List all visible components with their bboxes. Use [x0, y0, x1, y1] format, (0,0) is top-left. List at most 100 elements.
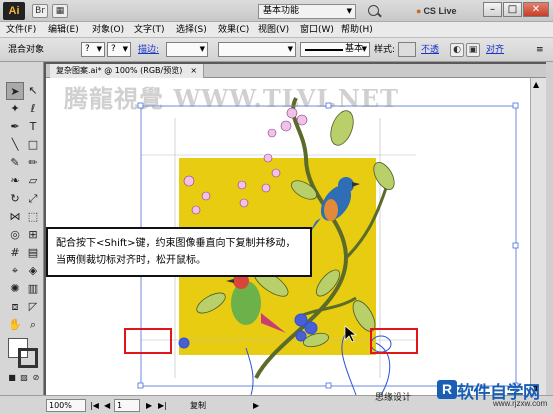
brand-logo: R 软件自学网 www.rjzxw.com — [437, 378, 553, 414]
document-tab[interactable]: 复杂图案.ai* @ 100% (RGB/预览) × — [50, 64, 205, 78]
page-value: 1 — [117, 401, 123, 410]
eraser-tool-icon[interactable]: ▱ — [24, 172, 42, 190]
watermark: 腾龍視覺 WWW.TLVI.NET — [64, 84, 400, 113]
menu-help[interactable]: 帮助(H) — [341, 24, 373, 36]
recolor-artwork-icon[interactable]: ◐ — [450, 43, 464, 57]
menu-edit[interactable]: 编辑(E) — [48, 24, 79, 36]
hand-tool-icon[interactable]: ✋ — [6, 316, 24, 334]
tab-close-icon[interactable]: × — [190, 66, 197, 75]
stroke-color-icon[interactable] — [18, 348, 38, 368]
stroke-weight-field[interactable]: ▼ — [166, 42, 208, 57]
right-panel-strip — [546, 62, 553, 395]
eyedropper-tool-icon[interactable]: ⌖ — [6, 262, 24, 280]
menu-view[interactable]: 视图(V) — [258, 24, 289, 36]
first-page-icon[interactable]: |◀ — [90, 400, 99, 411]
last-page-icon[interactable]: ▶| — [158, 400, 167, 411]
arrange-documents-icon[interactable]: ▦ — [52, 4, 68, 18]
signature-text: 思缘设计 — [375, 393, 412, 403]
scroll-up-icon[interactable]: ▲ — [533, 80, 539, 89]
zoom-value: 100% — [49, 401, 72, 410]
menu-effect[interactable]: 效果(C) — [218, 24, 249, 36]
menu-bar: 文件(F) 编辑(E) 对象(O) 文字(T) 选择(S) 效果(C) 视图(V… — [0, 22, 553, 38]
gradient-mode-icon[interactable]: ▨ — [18, 372, 30, 384]
canvas[interactable]: 腾龍視覺 WWW.TLVI.NET 配合按下<Shift>键，约束图像垂直向下复… — [46, 78, 530, 395]
lasso-tool-icon[interactable]: ℓ — [24, 100, 42, 118]
close-button[interactable]: ✕ — [523, 2, 549, 17]
none-mode-icon[interactable]: ⊘ — [30, 372, 42, 384]
zoom-field[interactable]: 100% — [46, 399, 86, 412]
opacity-link[interactable]: 不透 — [421, 44, 439, 56]
minimize-button[interactable]: – — [483, 2, 502, 17]
prev-page-icon[interactable]: ◀ — [104, 400, 110, 411]
search-icon[interactable] — [368, 5, 379, 16]
type-tool-icon[interactable]: T — [24, 118, 42, 136]
next-page-icon[interactable]: ▶ — [146, 400, 152, 411]
workspace-label: 基本功能 — [263, 6, 300, 16]
workspace-switcher[interactable]: 基本功能 ▼ — [258, 4, 356, 19]
line-tool-icon[interactable]: ╲ — [6, 136, 24, 154]
transform-icon[interactable]: ▣ — [466, 43, 480, 57]
control-bar: 混合对象 ? ▼ ? ▼ 描边: ▼ ▼ 基本 ▼ 样式: 不透 ◐ ▣ 对齐 ≡ — [0, 38, 553, 62]
align-link[interactable]: 对齐 — [486, 44, 504, 56]
shape-builder-tool-icon[interactable]: ◎ — [6, 226, 24, 244]
instruction-callout: 配合按下<Shift>键，约束图像垂直向下复制并移动，当两侧裁切标对齐时，松开鼠… — [46, 227, 312, 277]
slice-tool-icon[interactable]: ◸ — [24, 298, 42, 316]
stroke-value: ? — [111, 44, 116, 54]
free-transform-tool-icon[interactable]: ⬚ — [24, 208, 42, 226]
variable-width-profile[interactable]: ▼ — [218, 42, 296, 57]
rotate-tool-icon[interactable]: ↻ — [6, 190, 24, 208]
menu-type[interactable]: 文字(T) — [134, 24, 165, 36]
chevron-down-icon: ▼ — [122, 45, 128, 53]
highlight-crop-mark-right — [370, 328, 418, 354]
menu-file[interactable]: 文件(F) — [6, 24, 36, 36]
mesh-tool-icon[interactable]: # — [6, 244, 24, 262]
paintbrush-tool-icon[interactable]: ✎ — [6, 154, 24, 172]
fill-value: ? — [85, 44, 90, 54]
menu-window[interactable]: 窗口(W) — [300, 24, 334, 36]
pencil-tool-icon[interactable]: ✏ — [24, 154, 42, 172]
menu-select[interactable]: 选择(S) — [176, 24, 207, 36]
gradient-tool-icon[interactable]: ▤ — [24, 244, 42, 262]
magic-wand-tool-icon[interactable]: ✦ — [6, 100, 24, 118]
chevron-down-icon: ▼ — [96, 45, 102, 53]
blob-brush-tool-icon[interactable]: ❧ — [6, 172, 24, 190]
perspective-grid-tool-icon[interactable]: ⊞ — [24, 226, 42, 244]
selection-type-label: 混合对象 — [8, 45, 45, 55]
document-tab-bar: 复杂图案.ai* @ 100% (RGB/预览) × — [46, 64, 546, 78]
stroke-swatch[interactable]: ? ▼ — [107, 42, 131, 57]
fill-swatch[interactable]: ? ▼ — [81, 42, 105, 57]
artboard-tool-icon[interactable]: ⧈ — [6, 298, 24, 316]
vertical-scrollbar[interactable]: ▲ ▼ — [530, 78, 546, 395]
color-mode-icon[interactable]: ■ — [6, 372, 18, 384]
chevron-down-icon: ▼ — [346, 7, 352, 15]
brush-definition[interactable]: 基本 ▼ — [300, 42, 370, 57]
stroke-line-icon — [305, 49, 343, 51]
width-tool-icon[interactable]: ⋈ — [6, 208, 24, 226]
highlight-crop-mark-left — [124, 328, 172, 354]
maximize-button[interactable]: □ — [503, 2, 522, 17]
panel-menu-icon[interactable]: ≡ — [536, 44, 544, 56]
zoom-tool-icon[interactable]: ⌕ — [24, 316, 42, 334]
brand-logo-mark: R — [437, 380, 457, 399]
document-tab-title: 复杂图案.ai* @ 100% (RGB/预览) — [56, 66, 183, 75]
graphic-style-swatch[interactable] — [398, 42, 416, 57]
page-field[interactable]: 1 — [114, 399, 140, 412]
pen-tool-icon[interactable]: ✒ — [6, 118, 24, 136]
chevron-down-icon: ▼ — [361, 45, 367, 53]
illustrator-logo: Ai — [3, 2, 25, 20]
stroke-link[interactable]: 描边: — [138, 44, 159, 56]
cs-live-button[interactable]: CS Live — [416, 5, 456, 18]
column-graph-tool-icon[interactable]: ▥ — [24, 280, 42, 298]
rectangle-tool-icon[interactable]: □ — [24, 136, 42, 154]
chevron-down-icon: ▼ — [287, 45, 293, 53]
tools-panel: ➤ ↖ ✦ ℓ ✒ T ╲ □ ✎ ✏ ❧ ▱ ↻ ⤢ ⋈ ⬚ ◎ ⊞ # ▤ … — [0, 62, 44, 395]
chevron-down-icon: ▼ — [199, 45, 205, 53]
scale-tool-icon[interactable]: ⤢ — [24, 190, 42, 208]
menu-object[interactable]: 对象(O) — [92, 24, 124, 36]
status-menu-icon[interactable]: ▶ — [253, 400, 259, 411]
blend-tool-icon[interactable]: ◈ — [24, 262, 42, 280]
selection-tool-icon[interactable]: ➤ — [6, 82, 24, 100]
direct-selection-tool-icon[interactable]: ↖ — [24, 82, 42, 100]
symbol-sprayer-tool-icon[interactable]: ✺ — [6, 280, 24, 298]
bridge-icon[interactable]: Br — [32, 4, 48, 18]
